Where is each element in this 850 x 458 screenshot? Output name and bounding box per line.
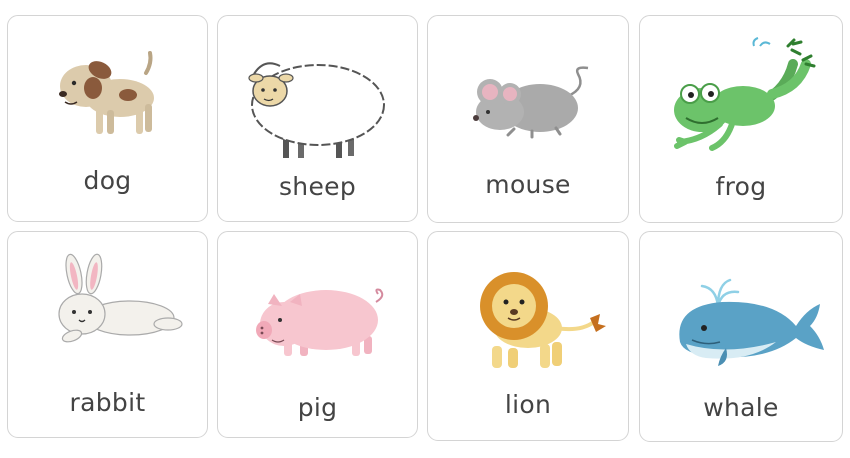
- card-dog: dog: [7, 15, 208, 222]
- frog-icon: [674, 37, 816, 151]
- card-whale: whale: [639, 231, 843, 442]
- rabbit-icon: [58, 253, 183, 343]
- card-label: dog: [83, 166, 132, 195]
- card-label: mouse: [485, 170, 571, 199]
- card-label: lion: [504, 390, 552, 419]
- card-mouse: mouse: [427, 15, 629, 223]
- card-label: sheep: [278, 172, 356, 201]
- card-frog: frog: [639, 15, 843, 223]
- card-pig: pig: [217, 231, 418, 438]
- dog-icon: [59, 51, 154, 134]
- card-label: whale: [703, 393, 779, 422]
- lion-icon: [480, 272, 606, 368]
- whale-icon: [679, 278, 824, 366]
- card-sheep: sheep: [217, 15, 418, 222]
- pig-icon: [256, 288, 384, 356]
- card-label: frog: [715, 172, 767, 201]
- card-label: rabbit: [69, 388, 146, 417]
- flashcard-grid: dog sheep mouse frog rabbit pig lion wha…: [0, 0, 850, 458]
- mouse-icon: [473, 66, 589, 139]
- sheep-icon: [248, 62, 385, 158]
- card-rabbit: rabbit: [7, 231, 208, 438]
- card-lion: lion: [427, 231, 629, 441]
- card-label: pig: [297, 393, 338, 422]
